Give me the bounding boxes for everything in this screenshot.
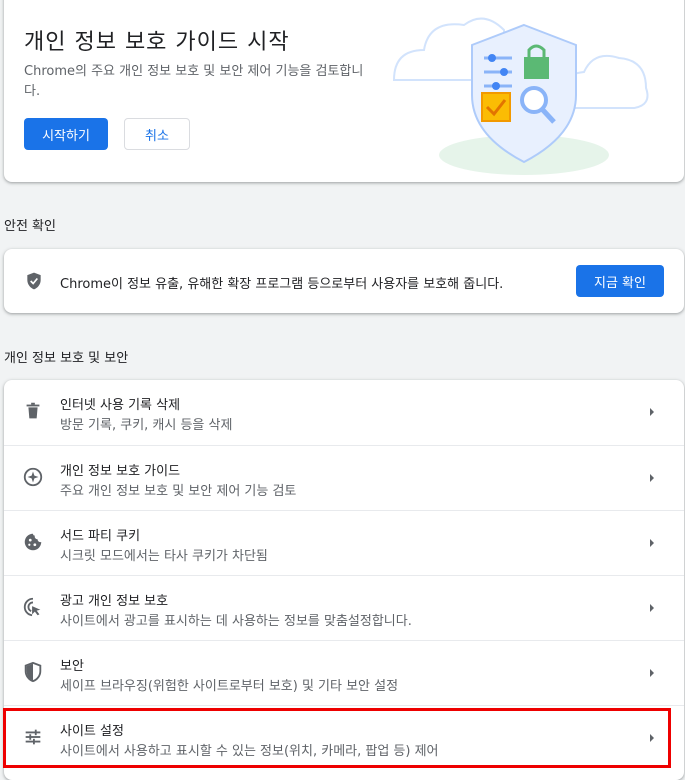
row-subtitle: 방문 기록, 쿠키, 캐시 등을 삭제 [60, 418, 233, 433]
cancel-button[interactable]: 취소 [124, 118, 190, 150]
row-subtitle: 주요 개인 정보 보호 및 보안 제어 기능 검토 [60, 484, 297, 499]
privacy-guide-card: 개인 정보 보호 가이드 시작 Chrome의 주요 개인 정보 보호 및 보안… [4, 0, 684, 182]
row-subtitle: 사이트에서 사용하고 표시할 수 있는 정보(위치, 카메라, 팝업 등) 제어 [60, 744, 439, 759]
cookie-icon [24, 533, 42, 551]
privacy-security-list: 인터넷 사용 기록 삭제 방문 기록, 쿠키, 캐시 등을 삭제 개인 정보 보… [4, 380, 684, 780]
trash-icon [26, 402, 40, 419]
privacy-guide-illustration [392, 17, 649, 175]
safety-check-card: Chrome이 정보 유출, 유해한 확장 프로그램 등으로부터 사용자를 보호… [4, 249, 684, 313]
row-title: 개인 정보 보호 가이드 [60, 464, 181, 479]
safety-check-heading: 안전 확인 [4, 219, 56, 234]
row-title: 광고 개인 정보 보호 [60, 594, 169, 609]
row-title: 사이트 설정 [60, 724, 124, 739]
privacy-guide-title: 개인 정보 보호 가이드 시작 [24, 30, 290, 55]
row-subtitle: 시크릿 모드에서는 타사 쿠키가 차단됨 [60, 549, 268, 564]
sliders-icon [25, 729, 41, 745]
ad-privacy-row[interactable]: 광고 개인 정보 보호 사이트에서 광고를 표시하는 데 사용하는 정보를 맞춤… [4, 575, 684, 640]
row-title: 인터넷 사용 기록 삭제 [60, 398, 181, 413]
chevron-right-icon [650, 408, 654, 416]
privacy-security-heading: 개인 정보 보호 및 보안 [4, 351, 129, 366]
chevron-right-icon [650, 734, 654, 742]
site-settings-row[interactable]: 사이트 설정 사이트에서 사용하고 표시할 수 있는 정보(위치, 카메라, 팝… [4, 705, 684, 770]
compass-icon [23, 467, 43, 487]
privacy-guide-description: Chrome의 주요 개인 정보 보호 및 보안 제어 기능을 검토합니다. [24, 64, 364, 99]
shield-icon [24, 661, 42, 683]
row-title: 보안 [60, 659, 84, 674]
row-subtitle: 세이프 브라우징(위험한 사이트로부터 보호) 및 기타 보안 설정 [60, 679, 399, 694]
privacy-guide-row[interactable]: 개인 정보 보호 가이드 주요 개인 정보 보호 및 보안 제어 기능 검토 [4, 445, 684, 510]
chevron-right-icon [650, 539, 654, 547]
third-party-cookies-row[interactable]: 서드 파티 쿠키 시크릿 모드에서는 타사 쿠키가 차단됨 [4, 510, 684, 575]
chevron-right-icon [650, 604, 654, 612]
safety-check-description: Chrome이 정보 유출, 유해한 확장 프로그램 등으로부터 사용자를 보호… [60, 277, 504, 292]
chevron-right-icon [650, 669, 654, 677]
clear-browsing-data-row[interactable]: 인터넷 사용 기록 삭제 방문 기록, 쿠키, 캐시 등을 삭제 [4, 380, 684, 445]
start-button[interactable]: 시작하기 [24, 118, 108, 150]
security-row[interactable]: 보안 세이프 브라우징(위험한 사이트로부터 보호) 및 기타 보안 설정 [4, 640, 684, 705]
row-title: 서드 파티 쿠키 [60, 529, 141, 544]
shield-check-icon [27, 272, 41, 290]
ad-privacy-icon [23, 597, 41, 617]
chevron-right-icon [650, 474, 654, 482]
check-now-button[interactable]: 지금 확인 [576, 265, 664, 297]
row-subtitle: 사이트에서 광고를 표시하는 데 사용하는 정보를 맞춤설정합니다. [60, 614, 412, 629]
